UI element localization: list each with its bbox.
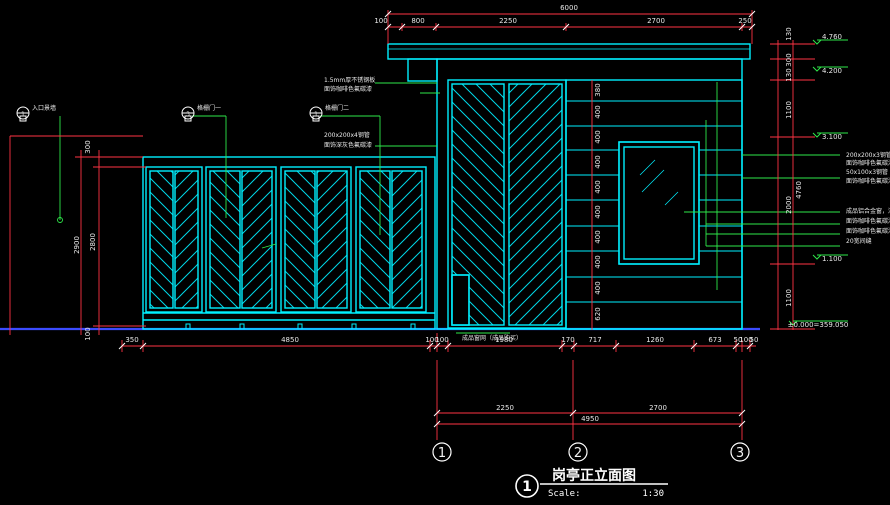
booth-door [447, 79, 567, 329]
booth-window [618, 141, 700, 265]
bottom-dimension: 717 [588, 336, 601, 344]
elevation-drawing: 6000100 800 2250 2700 250350 4850 100100 1980 17… [0, 4, 890, 499]
panel-dimension: 620 [594, 307, 602, 320]
right-dimension: 130 [785, 68, 793, 81]
drawing-canvas: 6000 100 800 2250 2700 250 350 4850 100 100 1980 17… [0, 0, 890, 501]
material-note-right: 成品铝合金窗，深色铝合金窗框 [846, 207, 890, 215]
booth-front-overhang [407, 58, 438, 82]
material-note: 200x200x4钢管 [324, 131, 370, 139]
callout-number: 3 [186, 111, 190, 118]
drawing-title: 岗亭正立面图 [552, 467, 636, 484]
elevation-label: 4.760 [822, 33, 842, 41]
material-note-right: 面饰咖啡色氟碳漆饰面 [846, 217, 890, 225]
elevation-label: ±0.000=359.050 [788, 321, 849, 329]
booth-roof [387, 43, 751, 60]
material-note: 1.5mm厚不锈钢板 [324, 76, 375, 84]
material-note: 面饰深灰色氟碳漆 [324, 141, 372, 149]
material-note-right: 200x200x3钢管 [846, 151, 890, 159]
right-dimension: 4760 [795, 181, 803, 199]
callout-markers [16, 106, 323, 122]
bottom-dimension: 170 [561, 336, 574, 344]
left-dimension: 100 [84, 327, 92, 340]
panel-dimension: 400 [594, 155, 602, 168]
bottom-dimension: 1260 [646, 336, 664, 344]
right-dimension: 300 [785, 53, 793, 66]
fence-panel-4 [355, 166, 427, 313]
panel-dimension: 380 [594, 83, 602, 96]
bottom-dimension: 100 [435, 336, 448, 344]
lower-dimension: 4950 [581, 415, 599, 423]
callout-number: 1 [314, 111, 318, 118]
axis-label: 1 [438, 446, 446, 461]
bottom-dimension: 350 [125, 336, 138, 344]
door-note: 成品窗网（成品购买） [462, 334, 522, 342]
right-dimension: 1100 [785, 101, 793, 119]
panel-dimension: 400 [594, 105, 602, 118]
axis-label: 2 [574, 446, 582, 461]
bottom-dimension: 673 [708, 336, 721, 344]
elevation-label: 3.100 [822, 133, 842, 141]
callout-label: 格栅门二 [325, 104, 349, 112]
bottom-dimension: 4850 [281, 336, 299, 344]
material-note-right: 面饰咖啡色氟碳漆 [846, 159, 890, 167]
left-dimension: 2800 [89, 233, 97, 251]
top-dimension: 100 [374, 17, 387, 25]
top-dimension: 6000 [560, 4, 578, 12]
top-dimension: 250 [738, 17, 751, 25]
callout-number: 1 [21, 111, 25, 118]
material-note-right: 20宽间缝 [846, 237, 872, 245]
right-dimension: 130 [785, 27, 793, 40]
panel-dimension: 400 [594, 281, 602, 294]
fence-panel-3 [280, 166, 352, 313]
bottom-dimension: 50 [750, 336, 759, 344]
lower-dimension: 2700 [649, 404, 667, 412]
material-note: 面饰咖啡色氟碳漆 [324, 85, 372, 93]
panel-dimension: 400 [594, 255, 602, 268]
top-dimension: 2700 [647, 17, 665, 25]
panel-dimension: 400 [594, 130, 602, 143]
right-dimension: 2000 [785, 196, 793, 214]
panel-dimension: 400 [594, 180, 602, 193]
callout-label: 入口景墙 [32, 104, 56, 112]
scale-label: Scale: [548, 489, 581, 499]
axis-markers [432, 442, 750, 462]
material-note-right: 面饰咖啡色氟碳漆饰面 [846, 227, 890, 235]
material-note-right: 50x100x3钢管 [846, 168, 888, 176]
callout-label: 格栅门一 [197, 104, 221, 112]
material-note-right: 面饰咖啡色氟碳漆 [846, 177, 890, 185]
panel-dimension: 400 [594, 230, 602, 243]
left-dimension: 300 [84, 140, 92, 153]
top-dimension: 800 [411, 17, 424, 25]
scale-value: 1:30 [642, 489, 664, 499]
left-dimension: 2900 [73, 236, 81, 254]
elevation-label: 1.100 [822, 255, 842, 263]
right-dimension: 1100 [785, 289, 793, 307]
axis-label: 3 [736, 446, 744, 461]
fence-panel-1 [145, 166, 203, 313]
fence-panel-2 [205, 166, 277, 313]
top-dimension: 2250 [499, 17, 517, 25]
lower-dimension: 2250 [496, 404, 514, 412]
panel-dimension: 400 [594, 205, 602, 218]
title-number: 1 [522, 479, 532, 495]
elevation-label: 4.200 [822, 67, 842, 75]
